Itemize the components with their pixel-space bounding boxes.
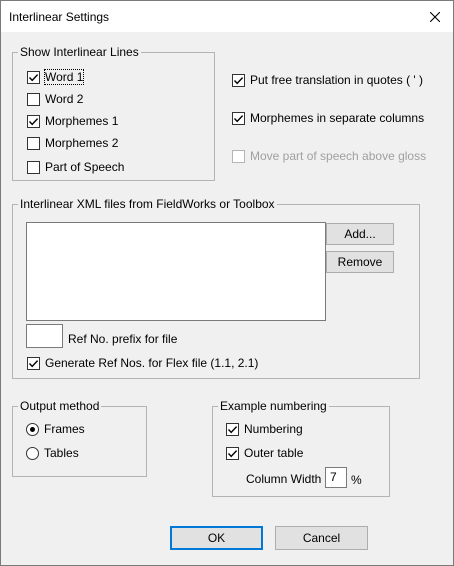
generate-ref-check-icon [27,356,40,370]
show-lines-legend: Show Interlinear Lines [20,45,139,59]
ref-prefix-input[interactable] [26,324,63,348]
dialog-title: Interlinear Settings [9,10,110,24]
word1-checkbox[interactable]: Word 1 [27,69,85,85]
part-of-speech-checkbox[interactable]: Part of Speech [27,159,124,175]
outer-table-check-icon [226,446,239,460]
morphemes-columns-check-icon [232,111,245,125]
dialog-window: Interlinear Settings Show Interlinear Li… [0,0,454,566]
numbering-check-icon [226,422,239,436]
column-width-input[interactable]: 7 [325,467,347,488]
word2-checkbox[interactable]: Word 2 [27,91,83,107]
cancel-button-label: Cancel [302,531,341,545]
part-of-speech-label: Part of Speech [45,160,125,174]
close-button[interactable] [417,1,453,32]
frames-radio-icon [26,422,39,436]
free-translation-check-icon [232,73,245,87]
word1-check-icon [27,70,40,84]
ref-prefix-label: Ref No. prefix for file [68,332,178,346]
free-translation-label: Put free translation in quotes ( ' ) [250,73,424,87]
ok-button[interactable]: OK [170,526,263,550]
move-pos-box-icon [232,149,245,163]
add-button[interactable]: Add... [326,223,394,245]
remove-button-label: Remove [337,255,383,269]
percent-label: % [351,473,362,487]
word1-label: Word 1 [43,69,85,85]
word2-box-icon [27,92,40,106]
word2-label: Word 2 [45,92,84,106]
numbering-checkbox[interactable]: Numbering [226,421,303,437]
frames-label: Frames [44,422,85,436]
generate-ref-checkbox[interactable]: Generate Ref Nos. for Flex file (1.1, 2.… [27,355,258,371]
outer-table-checkbox[interactable]: Outer table [226,445,303,461]
morphemes2-label: Morphemes 2 [45,136,119,150]
tables-radio[interactable]: Tables [26,445,79,461]
outer-table-label: Outer table [244,446,304,460]
numbering-label: Numbering [244,422,303,436]
title-bar: Interlinear Settings [1,1,453,32]
tables-label: Tables [44,446,79,460]
move-pos-checkbox[interactable]: Move part of speech above gloss [232,148,426,164]
tables-radio-icon [26,446,39,460]
column-width-label: Column Width [246,472,322,486]
morphemes1-check-icon [27,114,40,128]
morphemes1-label: Morphemes 1 [45,114,119,128]
output-method-legend: Output method [20,399,100,413]
remove-button[interactable]: Remove [326,251,394,273]
morphemes1-checkbox[interactable]: Morphemes 1 [27,113,118,129]
frames-radio[interactable]: Frames [26,421,85,437]
cancel-button[interactable]: Cancel [275,526,368,550]
xml-files-list[interactable] [26,222,326,321]
xml-files-legend: Interlinear XML files from FieldWorks or… [20,197,275,211]
add-button-label: Add... [344,227,376,241]
close-icon [430,11,440,22]
move-pos-label: Move part of speech above gloss [250,149,427,163]
morphemes-separate-columns-checkbox[interactable]: Morphemes in separate columns [232,110,424,126]
output-method-group: Output method [12,400,147,477]
generate-ref-label: Generate Ref Nos. for Flex file (1.1, 2.… [45,356,259,370]
morphemes-columns-label: Morphemes in separate columns [250,111,425,125]
morphemes2-checkbox[interactable]: Morphemes 2 [27,135,118,151]
morphemes2-box-icon [27,136,40,150]
free-translation-quotes-checkbox[interactable]: Put free translation in quotes ( ' ) [232,72,423,88]
example-numbering-legend: Example numbering [220,399,327,413]
part-of-speech-box-icon [27,160,40,174]
ok-button-label: OK [207,531,226,545]
